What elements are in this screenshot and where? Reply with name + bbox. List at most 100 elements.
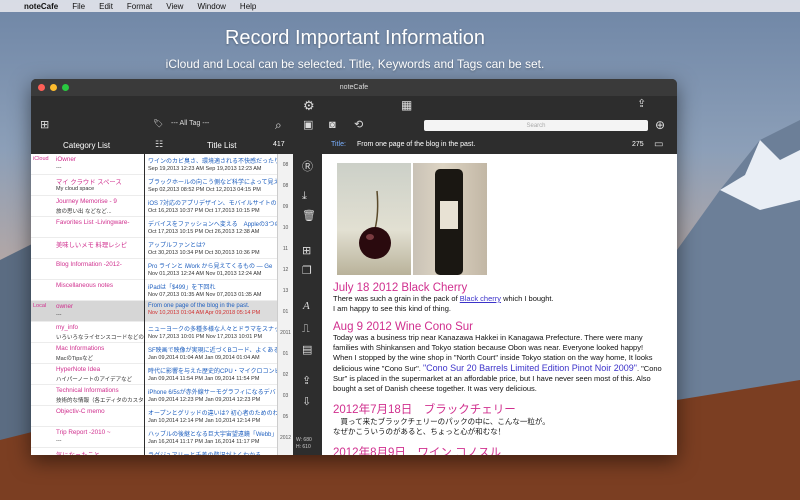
title-item[interactable]: 時代に影響を与えた歴史的CPU・マイクロコンピ Jan 09,2014 11:54…: [145, 364, 277, 385]
export-icon[interactable]: ⇪: [302, 376, 311, 387]
category-item[interactable]: Mac Informations MacのTipsなど: [31, 343, 144, 364]
chart-icon[interactable]: ⎍: [302, 324, 310, 335]
category-item[interactable]: Blog Information -2012-: [31, 259, 144, 280]
add-note-icon[interactable]: ⊕: [655, 119, 665, 131]
category-subtitle: ---: [56, 165, 62, 171]
title-item[interactable]: SF映画で映像が実現に近づくBコード、よくある Jan 09,2014 01:04…: [145, 343, 277, 364]
menu-view[interactable]: View: [166, 2, 183, 11]
category-name: 気になったこと: [56, 450, 100, 455]
r-icon[interactable]: Ⓡ: [302, 162, 313, 173]
category-item[interactable]: Trip Report -2010 ~ ---: [31, 427, 144, 448]
title-item[interactable]: ワインのカビ臭さ、環境適される不快感だったり Sep 19,2013 12:23 …: [145, 154, 277, 175]
category-item[interactable]: HyperNote Idea ハイパーノートのアイデアなど: [31, 364, 144, 385]
cherry-photo[interactable]: [337, 163, 411, 275]
year-index-item[interactable]: 12: [278, 259, 293, 280]
title-item[interactable]: オープンとグリッドの違いは? 初心者のためのわか Jan 10,2014 12:1…: [145, 406, 277, 427]
search-input[interactable]: Search: [424, 120, 648, 131]
black-cherry-link[interactable]: Black cherry: [460, 294, 501, 303]
category-item[interactable]: Favorites List -Livingware-: [31, 217, 144, 238]
display-icon[interactable]: ▭: [654, 140, 663, 150]
year-index-item[interactable]: 05: [278, 406, 293, 427]
title-value[interactable]: From one page of the blog in the past.: [357, 141, 475, 148]
category-item[interactable]: iCloud iOwner ---: [31, 154, 144, 175]
tag-filter[interactable]: --- All Tag ---: [171, 120, 209, 127]
title-item[interactable]: Pro ラインと iWork から見えてくるもの — Ge Nov 01,2013…: [145, 259, 277, 280]
import-icon[interactable]: ⇩: [302, 397, 311, 408]
year-index[interactable]: 080809101112130120110102030520122013: [277, 154, 293, 455]
download-icon[interactable]: ⤓: [302, 191, 307, 202]
share-icon[interactable]: ⇪: [637, 99, 646, 110]
year-index-item[interactable]: 2012: [278, 427, 293, 448]
menu-window[interactable]: Window: [197, 2, 225, 11]
category-item[interactable]: Journey Memorise - 9 旅の思い出 などなど...: [31, 196, 144, 217]
search-icon[interactable]: ⌕: [275, 119, 282, 131]
title-text: オープンとグリッドの違いは? 初心者のためのわか: [148, 411, 277, 417]
category-subtitle: MacのTipsなど: [56, 356, 94, 362]
image-icon[interactable]: ▣: [303, 120, 313, 131]
category-item[interactable]: Technical Informations 技術的な情報（各エディタのカスタ: [31, 385, 144, 406]
year-index-item[interactable]: 2013: [278, 448, 293, 455]
title-item[interactable]: ブラックホールの向こう側など科学によって見え Sep 02,2013 08:52 …: [145, 175, 277, 196]
year-index-item[interactable]: 09: [278, 196, 293, 217]
category-list[interactable]: iCloud iOwner --- マイ クラウド スペース My cloud spac…: [31, 154, 144, 455]
category-item[interactable]: Local owner ---: [31, 301, 144, 322]
title-item[interactable]: ハッブルの後継となる巨大宇宙望遠鏡「Webb」 Jan 16,2014 11:17…: [145, 427, 277, 448]
title-item[interactable]: デバイスをファッションへ変える Appleの3つの Oct 17,2013 10:…: [145, 217, 277, 238]
title-item[interactable]: iOS 7対応のアプリデザイン、モバイルサイトの Oct 16,2013 10:3…: [145, 196, 277, 217]
year-index-item[interactable]: 02: [278, 364, 293, 385]
capture-icon[interactable]: ◙: [329, 120, 336, 131]
trash-icon[interactable]: 🗑: [302, 211, 316, 222]
grid-view-icon[interactable]: ▦: [401, 99, 412, 111]
category-subtitle: ---: [56, 438, 62, 444]
copy-icon[interactable]: ❐: [302, 266, 312, 277]
category-subtitle: 技術的な情報（各エディタのカスタ: [56, 398, 144, 404]
title-text: iPhone 6/5sが赤外線サーモグラフィになるデバ: [148, 390, 276, 396]
year-index-item[interactable]: 01: [278, 301, 293, 322]
title-text: From one page of the blog in the past.: [148, 303, 250, 309]
category-item[interactable]: my_info いろいろなライセンスコードなどの情: [31, 322, 144, 343]
title-item[interactable]: アップルファンとは? Oct 30,2013 10:34 PM Oct 30,20…: [145, 238, 277, 259]
year-index-item[interactable]: 2011: [278, 322, 293, 343]
title-item[interactable]: iPadは「$499」を下回れ Nov 07,2013 01:35 AM Nov …: [145, 280, 277, 301]
title-text: ニューヨークの多種多様な人々とドラマをスナップ: [148, 327, 277, 333]
table-icon[interactable]: ▤: [302, 345, 312, 356]
category-item[interactable]: 気になったこと: [31, 448, 144, 455]
year-index-item[interactable]: 11: [278, 238, 293, 259]
category-item[interactable]: 美味しいメモ 料理レシピ: [31, 238, 144, 259]
wine-photo[interactable]: [413, 163, 487, 275]
note-editor[interactable]: July 18 2012 Black Cherry There was such…: [322, 154, 677, 455]
category-item[interactable]: Objectiv-C memo: [31, 406, 144, 427]
category-name: Trip Report -2010 ~: [56, 429, 111, 436]
menu-format[interactable]: Format: [127, 2, 152, 11]
year-index-item[interactable]: 01: [278, 343, 293, 364]
menu-app[interactable]: noteCafe: [24, 2, 58, 11]
title-item[interactable]: ニューヨークの多種多様な人々とドラマをスナップ Nov 17,2013 10:01…: [145, 322, 277, 343]
history-icon[interactable]: ⟲: [354, 120, 363, 131]
menu-help[interactable]: Help: [240, 2, 256, 11]
add-page-icon[interactable]: ⊞: [302, 246, 311, 257]
title-list[interactable]: ワインのカビ臭さ、環境適される不快感だったり Sep 19,2013 12:23 …: [145, 154, 277, 455]
category-subtitle: いろいろなライセンスコードなどの情: [56, 335, 144, 341]
menu-file[interactable]: File: [72, 2, 85, 11]
year-index-item[interactable]: 13: [278, 280, 293, 301]
menu-edit[interactable]: Edit: [99, 2, 113, 11]
category-item[interactable]: マイ クラウド スペース My cloud space: [31, 175, 144, 196]
title-dates: Nov 17,2013 10:01 PM Nov 17,2013 10:01 P…: [148, 334, 263, 340]
gear-icon[interactable]: ⚙: [303, 99, 315, 112]
entry-heading-4: 2012年8月9日 ワイン コノスル: [333, 447, 502, 455]
title-item[interactable]: From one page of the blog in the past. No…: [145, 301, 277, 322]
list-icon[interactable]: ☷: [155, 140, 163, 149]
year-index-item[interactable]: 03: [278, 385, 293, 406]
year-index-item[interactable]: 10: [278, 217, 293, 238]
add-folder-icon[interactable]: ⊞: [40, 120, 49, 131]
tag-icon[interactable]: 🏷: [153, 120, 163, 128]
year-index-item[interactable]: 08: [278, 154, 293, 175]
search-placeholder: Search: [526, 122, 546, 129]
title-item[interactable]: ラグジュアリーと千差の贅沢がよくわかるJan 20,2014 11:24 PM …: [145, 448, 277, 455]
title-dates: Jan 16,2014 11:17 PM Jan 16,2014 11:17 P…: [148, 439, 260, 445]
year-index-item[interactable]: 08: [278, 175, 293, 196]
category-name: owner: [56, 303, 74, 310]
category-item[interactable]: Miscellaneous notes: [31, 280, 144, 301]
title-item[interactable]: iPhone 6/5sが赤外線サーモグラフィになるデバ Jan 09,2014 1…: [145, 385, 277, 406]
font-icon[interactable]: A: [303, 301, 310, 312]
